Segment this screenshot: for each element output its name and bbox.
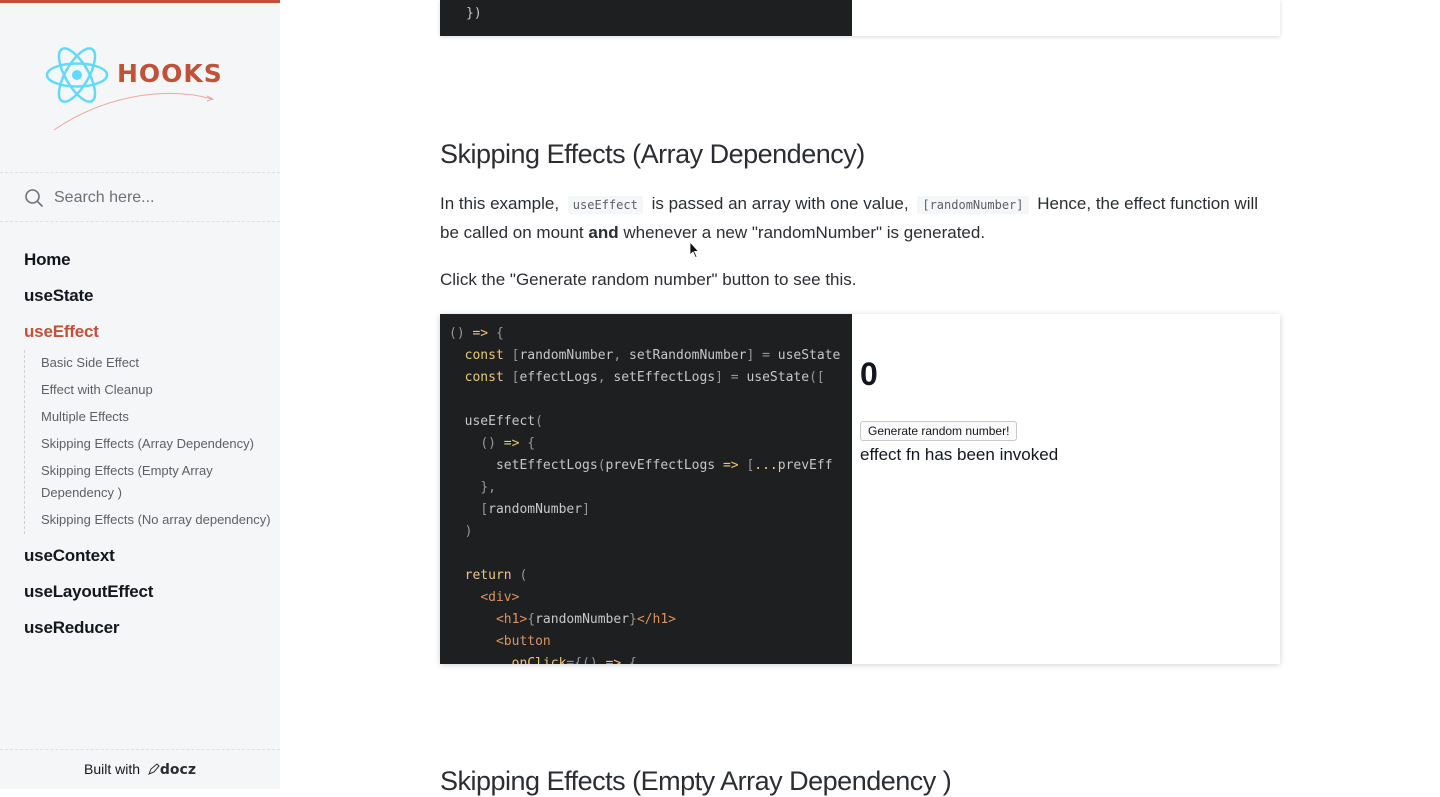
submenu-item-skipping-empty-array[interactable]: Skipping Effects (Empty Array Dependency… bbox=[41, 458, 241, 507]
inline-code: useEffect bbox=[567, 196, 643, 214]
code-line: }) bbox=[466, 6, 482, 21]
sidebar: HOOKS Home useState useEffect Basic Side… bbox=[0, 0, 280, 789]
inline-code: [randomNumber] bbox=[917, 196, 1029, 214]
footer: Built with docz bbox=[0, 761, 280, 778]
sidebar-item-uselayouteffect[interactable]: useLayoutEffect bbox=[24, 580, 280, 616]
text: In this example, bbox=[440, 194, 560, 213]
submenu-item-skipping-no-array[interactable]: Skipping Effects (No array dependency) bbox=[41, 507, 280, 534]
effect-log-line: effect fn has been invoked bbox=[860, 445, 1059, 464]
generate-random-number-button[interactable]: Generate random number! bbox=[860, 421, 1018, 441]
next-section-title: Skipping Effects (Empty Array Dependency… bbox=[440, 766, 952, 796]
logo-text: HOOKS bbox=[117, 59, 223, 88]
code-playground: () => { const [randomNumber, setRandomNu… bbox=[440, 314, 1280, 664]
sidebar-item-usecontext[interactable]: useContext bbox=[24, 544, 280, 580]
text: whenever a new "randomNumber" is generat… bbox=[623, 223, 986, 242]
submenu-item-multiple-effects[interactable]: Multiple Effects bbox=[41, 404, 280, 431]
sidebar-item-usereducer[interactable]: useReducer bbox=[24, 616, 280, 652]
search-box[interactable] bbox=[24, 183, 264, 213]
search-input[interactable] bbox=[54, 189, 254, 207]
instruction-paragraph: Click the "Generate random number" butto… bbox=[440, 270, 857, 289]
sidebar-item-home[interactable]: Home bbox=[24, 248, 280, 284]
sidebar-item-usestate[interactable]: useState bbox=[24, 284, 280, 320]
text: is passed an array with one value, bbox=[651, 194, 909, 213]
search-icon bbox=[25, 189, 43, 207]
submenu-item-skipping-array-dependency[interactable]: Skipping Effects (Array Dependency) bbox=[41, 431, 280, 458]
code-editor[interactable]: () => { const [randomNumber, setRandomNu… bbox=[440, 314, 852, 664]
useeffect-submenu: Basic Side Effect Effect with Cleanup Mu… bbox=[24, 350, 280, 534]
submenu-item-basic-side-effect[interactable]: Basic Side Effect bbox=[41, 350, 280, 377]
docz-brand: docz bbox=[159, 762, 196, 778]
built-with-label: Built with bbox=[83, 761, 141, 777]
bold-text: and bbox=[588, 223, 619, 242]
divider bbox=[0, 749, 280, 750]
section-title: Skipping Effects (Array Dependency) bbox=[440, 139, 865, 169]
hooks-logo[interactable]: HOOKS bbox=[44, 41, 224, 136]
react-atom-logo-icon bbox=[45, 47, 215, 131]
main-content: }) Skipping Effects (Array Dependency) I… bbox=[280, 0, 1440, 796]
mouse-cursor-icon bbox=[689, 241, 699, 259]
previous-playground: }) bbox=[440, 0, 1280, 36]
divider bbox=[0, 221, 280, 222]
sidebar-nav: Home useState useEffect Basic Side Effec… bbox=[24, 248, 280, 652]
random-number-heading: 0 bbox=[860, 356, 878, 392]
description-paragraph: In this example, useEffect is passed an … bbox=[440, 190, 1280, 247]
code-editor[interactable]: }) bbox=[440, 0, 852, 36]
divider bbox=[0, 172, 280, 173]
docz-logo-icon[interactable]: docz bbox=[148, 761, 196, 778]
live-preview: 0 Generate random number! effect fn has … bbox=[852, 314, 1280, 664]
submenu-item-effect-with-cleanup[interactable]: Effect with Cleanup bbox=[41, 377, 280, 404]
